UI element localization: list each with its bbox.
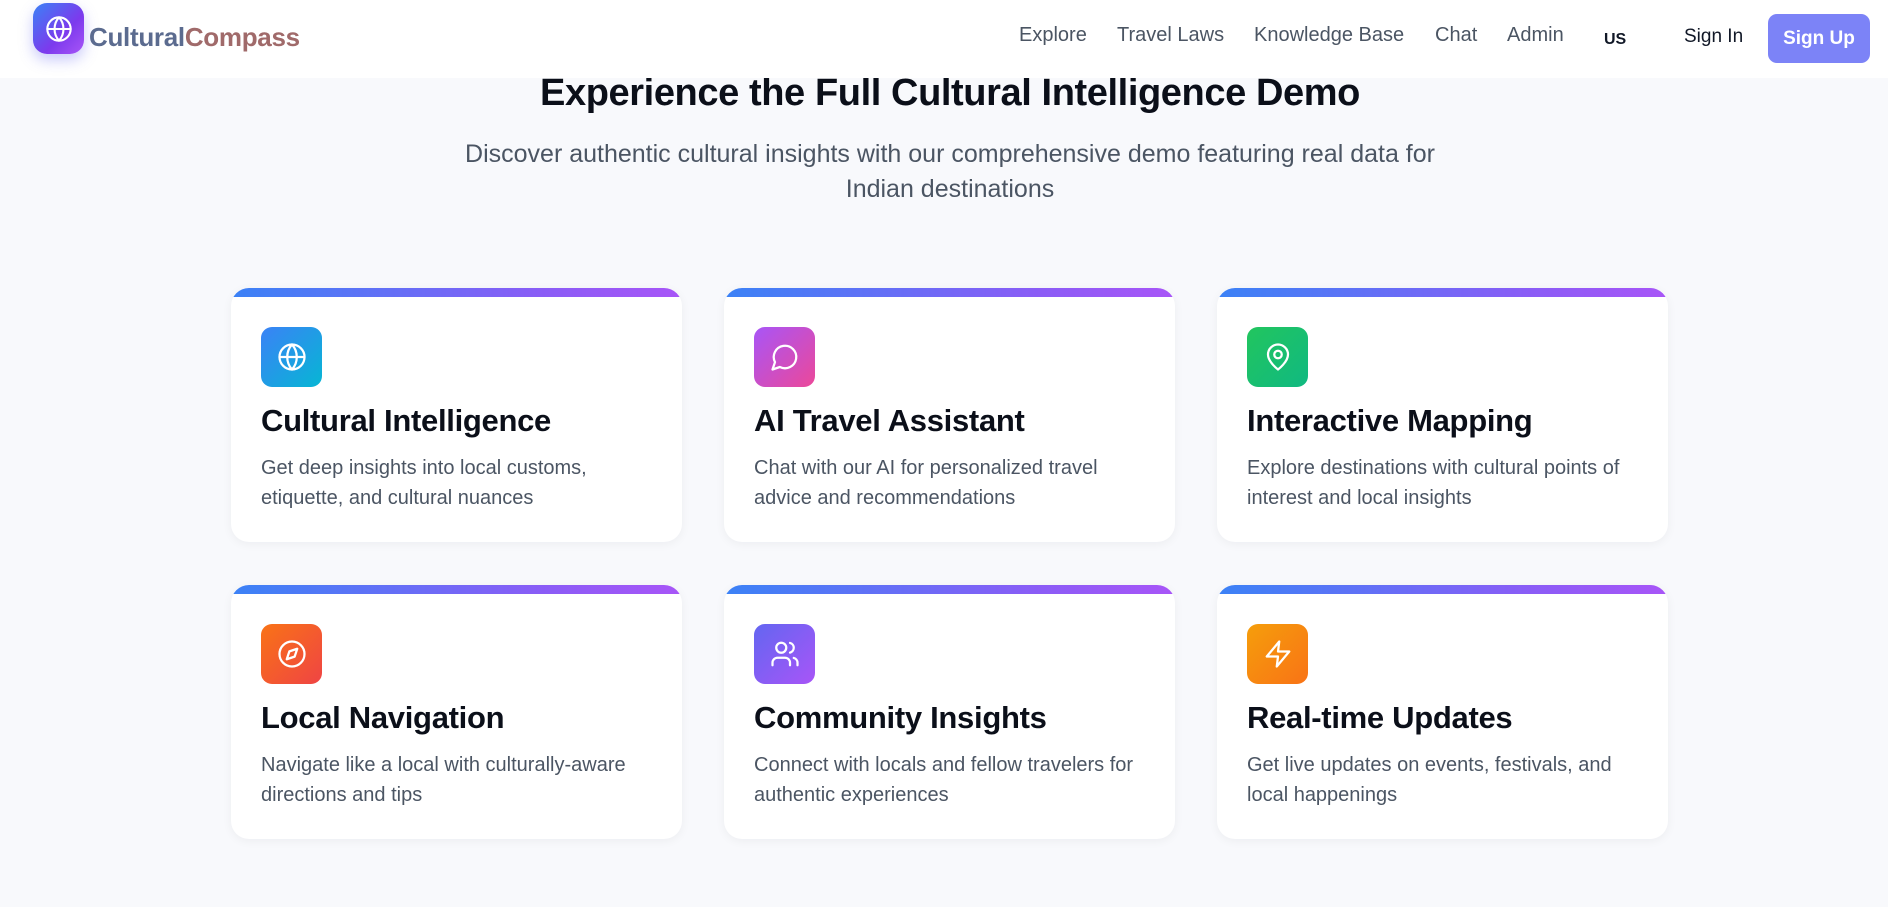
nav-admin[interactable]: Admin <box>1507 24 1564 47</box>
feature-card-interactive-mapping[interactable]: Interactive Mapping Explore destinations… <box>1217 288 1668 542</box>
feature-description: Chat with our AI for personalized travel… <box>754 457 1098 509</box>
feature-card-ai-travel-assistant[interactable]: AI Travel Assistant Chat with our AI for… <box>724 288 1175 542</box>
feature-title: Local Navigation <box>261 700 505 735</box>
page-subtitle: Discover authentic cultural insights wit… <box>465 140 1435 203</box>
feature-title: Cultural Intelligence <box>261 403 551 438</box>
lightning-icon <box>1265 640 1290 668</box>
feature-description: Get live updates on events, festivals, a… <box>1247 754 1612 806</box>
users-icon <box>770 641 799 667</box>
chat-bubble-icon <box>770 344 797 371</box>
feature-icon-badge <box>261 327 322 387</box>
globe-icon <box>277 343 306 371</box>
map-pin-icon <box>1266 343 1289 371</box>
top-navbar: CulturalCompass Explore Travel Laws Know… <box>0 0 1888 78</box>
feature-description: Explore destinations with cultural point… <box>1247 457 1620 509</box>
page-title: Experience the Full Cultural Intelligenc… <box>540 72 1360 114</box>
nav-explore[interactable]: Explore <box>1019 24 1087 47</box>
feature-description: Navigate like a local with culturally-aw… <box>261 754 626 806</box>
feature-icon-badge <box>754 327 815 387</box>
feature-icon-badge <box>754 624 815 684</box>
nav-chat[interactable]: Chat <box>1435 24 1477 47</box>
feature-icon-badge <box>1247 327 1308 387</box>
feature-title: Real-time Updates <box>1247 700 1513 735</box>
feature-icon-badge <box>1247 624 1308 684</box>
feature-icon-badge <box>261 624 322 684</box>
feature-description: Connect with locals and fellow travelers… <box>754 754 1134 806</box>
feature-card-local-navigation[interactable]: Local Navigation Navigate like a local w… <box>231 585 682 839</box>
feature-card-community-insights[interactable]: Community Insights Connect with locals a… <box>724 585 1175 839</box>
sign-up-button[interactable]: Sign Up <box>1768 14 1870 63</box>
nav-knowledge-base[interactable]: Knowledge Base <box>1254 24 1404 47</box>
sign-in-link[interactable]: Sign In <box>1684 26 1743 48</box>
language-selector[interactable]: US <box>1604 31 1626 49</box>
feature-description: Get deep insights into local customs, et… <box>261 457 587 509</box>
feature-title: AI Travel Assistant <box>754 403 1025 438</box>
nav-travel-laws[interactable]: Travel Laws <box>1117 24 1224 47</box>
feature-card-real-time-updates[interactable]: Real-time Updates Get live updates on ev… <box>1217 585 1668 839</box>
feature-title: Community Insights <box>754 700 1047 735</box>
compass-icon <box>277 640 306 668</box>
feature-card-cultural-intelligence[interactable]: Cultural Intelligence Get deep insights … <box>231 288 682 542</box>
feature-title: Interactive Mapping <box>1247 403 1533 438</box>
